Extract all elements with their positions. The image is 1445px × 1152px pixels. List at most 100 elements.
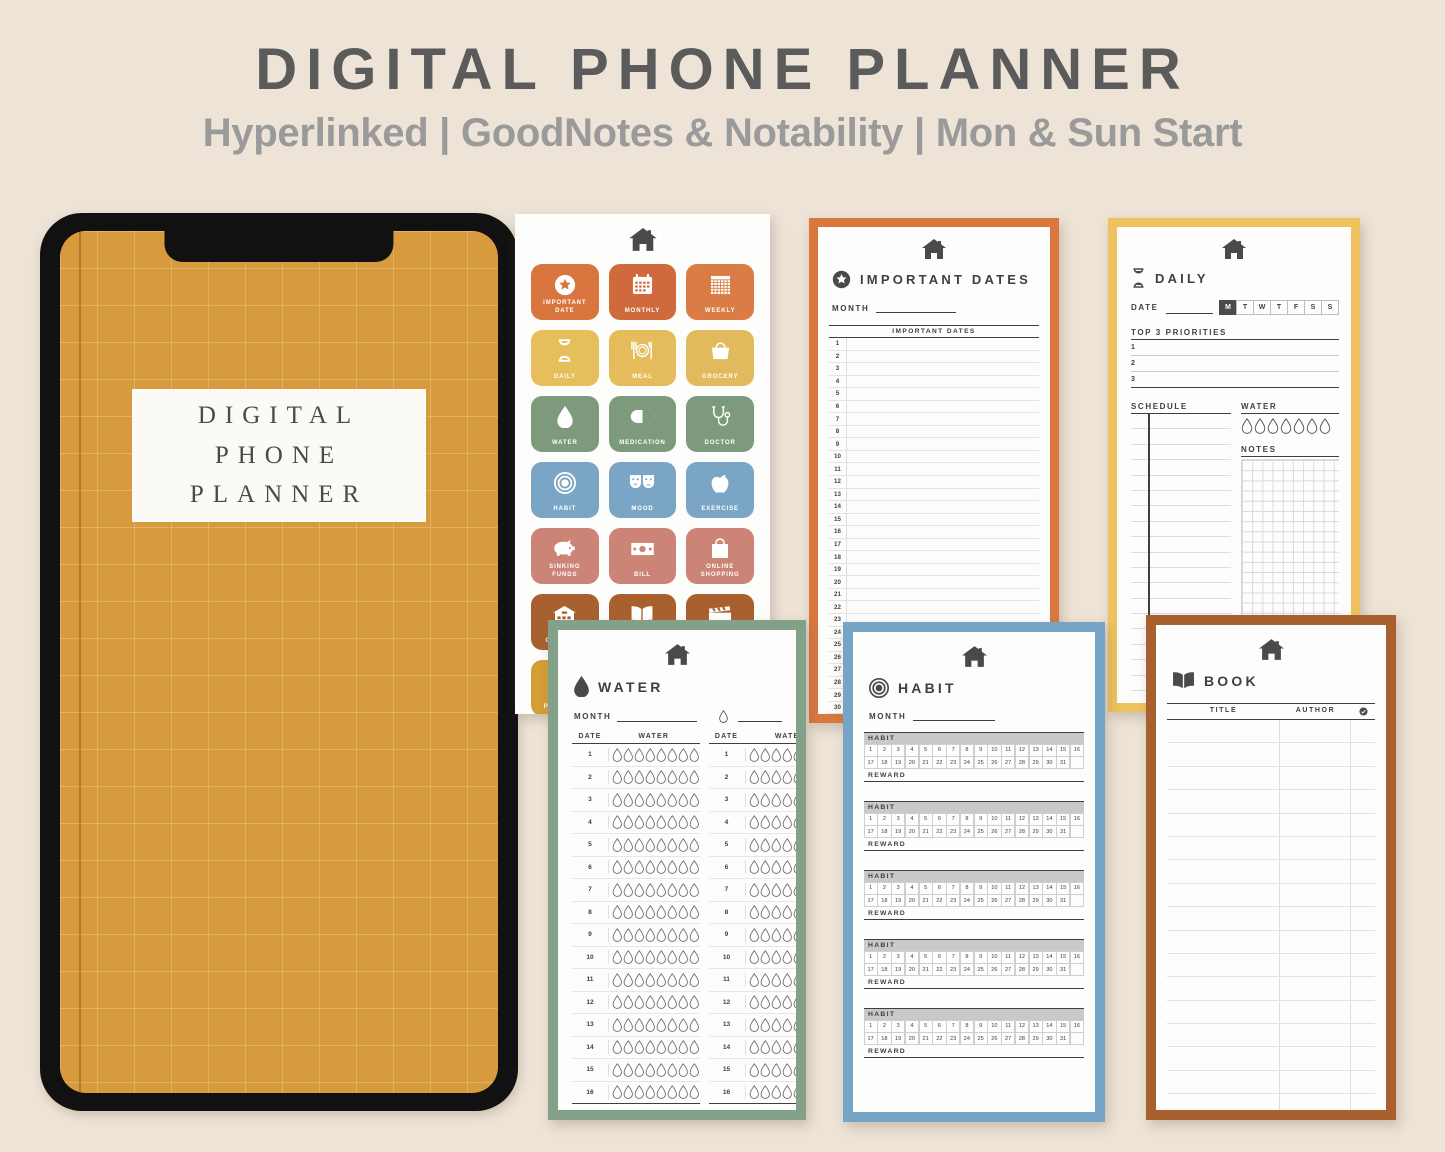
row-input[interactable] (846, 400, 1039, 413)
habit-day[interactable]: 17 (863, 963, 878, 976)
habit-day[interactable]: 14 (1042, 950, 1057, 964)
important-date-row[interactable]: 21 (829, 588, 1039, 602)
book-check-cell[interactable] (1350, 1094, 1375, 1110)
book-title-cell[interactable] (1167, 907, 1279, 929)
water-month-row[interactable]: MONTH (558, 697, 796, 723)
water-drop-group[interactable] (744, 815, 796, 830)
book-author-cell[interactable] (1278, 1024, 1350, 1047)
icon-sheet-home-wrap[interactable] (515, 214, 770, 252)
schedule-line[interactable] (1131, 414, 1231, 430)
habit-day[interactable]: 29 (1028, 894, 1043, 907)
habit-day[interactable]: 11 (1001, 812, 1016, 826)
home-icon[interactable] (922, 239, 946, 260)
habit-block[interactable]: HABIT 1 2 3 4 5 6 7 8 9 10 11 12 13 14 15 16 17 18 19 20 21 22… (863, 732, 1084, 782)
schedule-line[interactable] (1131, 553, 1231, 568)
important-date-row[interactable]: 15 (829, 513, 1039, 527)
habit-day[interactable]: 21 (918, 1032, 933, 1045)
month-input[interactable] (617, 712, 698, 722)
book-title-cell[interactable] (1167, 1071, 1279, 1093)
habit-day[interactable]: 22 (932, 825, 947, 838)
habit-day[interactable]: 24 (959, 1032, 974, 1045)
water-drop-group[interactable] (744, 1062, 796, 1077)
habit-day[interactable]: 31 (1056, 894, 1071, 907)
important-date-row[interactable]: 20 (829, 576, 1039, 589)
habit-reward-label[interactable]: REWARD (864, 1045, 1084, 1058)
book-row[interactable] (1167, 1070, 1375, 1095)
icon-tile-doctor[interactable]: DOCTOR (686, 396, 754, 452)
book-row[interactable] (1167, 1000, 1375, 1025)
habit-day[interactable]: 18 (877, 963, 892, 976)
habit-day[interactable]: 15 (1056, 812, 1071, 826)
book-row[interactable] (1167, 953, 1375, 978)
habit-page[interactable]: HABIT MONTH HABIT 1 2 3 4 5 6 7 8 9 10 11 12 13 14 15 16… (843, 622, 1105, 1122)
habit-day[interactable]: 19 (891, 1032, 906, 1045)
water-row[interactable]: 16 (708, 1082, 796, 1104)
priority-row[interactable]: 2 (1131, 356, 1339, 372)
habit-day[interactable]: 20 (904, 825, 919, 838)
habit-day[interactable]: 9 (973, 881, 988, 895)
icon-tile-water[interactable]: WATER (531, 396, 599, 452)
book-row[interactable] (1167, 1024, 1375, 1048)
habit-days-row-1[interactable]: 1 2 3 4 5 6 7 8 9 10 11 12 13 14 15 16 (863, 950, 1084, 964)
water-drop[interactable] (1254, 417, 1266, 439)
water-row[interactable]: 15 (572, 1059, 700, 1082)
water-row[interactable]: 16 (572, 1082, 700, 1104)
book-author-cell[interactable] (1278, 860, 1350, 883)
water-drop-group[interactable] (744, 927, 796, 942)
habit-day[interactable]: 31 (1056, 825, 1071, 838)
habit-day[interactable]: 4 (904, 812, 919, 826)
habit-day[interactable]: 23 (946, 1032, 961, 1045)
habit-day[interactable]: 16 (1069, 743, 1084, 757)
book-author-cell[interactable] (1278, 1070, 1350, 1094)
habit-day[interactable]: 10 (987, 1019, 1002, 1033)
habit-day[interactable]: 15 (1056, 1019, 1071, 1033)
habit-day[interactable]: 7 (946, 950, 961, 964)
habit-day[interactable]: 9 (973, 812, 988, 826)
book-author-cell[interactable] (1278, 953, 1350, 977)
habit-block[interactable]: HABIT 1 2 3 4 5 6 7 8 9 10 11 12 13 14 15 16 17 18 19 20 21 22… (863, 801, 1084, 851)
date-row[interactable]: DATE MTWTFSS (1117, 288, 1351, 315)
book-author-cell[interactable] (1278, 883, 1350, 907)
habit-day[interactable]: 4 (904, 1019, 919, 1033)
habit-day[interactable]: 8 (959, 812, 974, 826)
weekday-2[interactable]: W (1253, 300, 1271, 315)
icon-tile-exercise[interactable]: EXERCISE (686, 462, 754, 518)
important-date-row[interactable]: 14 (829, 501, 1039, 514)
habit-day[interactable]: 31 (1056, 963, 1071, 976)
habit-days-row-2[interactable]: 17 18 19 20 21 22 23 24 25 26 27 28 29 30 31 (863, 825, 1084, 838)
book-row[interactable] (1167, 720, 1375, 744)
important-date-row[interactable]: 10 (829, 450, 1039, 464)
habit-day[interactable]: 7 (946, 743, 961, 757)
habit-day[interactable]: 22 (932, 894, 947, 907)
book-check-cell[interactable] (1350, 930, 1375, 953)
book-author-cell[interactable] (1278, 977, 1350, 1000)
row-input[interactable] (846, 576, 1039, 588)
row-input[interactable] (846, 375, 1039, 388)
water-drop[interactable] (1267, 417, 1279, 439)
book-check-cell[interactable] (1350, 977, 1375, 1000)
habit-day[interactable]: 19 (891, 756, 906, 769)
important-date-row[interactable]: 17 (829, 538, 1039, 552)
habit-day[interactable]: 1 (863, 950, 878, 964)
priority-row[interactable]: 1 (1131, 340, 1339, 356)
habit-day[interactable]: 30 (1042, 825, 1057, 838)
habit-day[interactable]: 5 (918, 743, 933, 757)
habit-day[interactable]: 17 (863, 894, 878, 907)
schedule-line[interactable] (1131, 506, 1231, 522)
habit-day[interactable]: 6 (932, 950, 947, 964)
habit-days-row-2[interactable]: 17 18 19 20 21 22 23 24 25 26 27 28 29 30 31 (863, 963, 1084, 976)
book-check-cell[interactable] (1350, 766, 1375, 790)
habit-day[interactable] (1069, 756, 1084, 769)
book-author-cell[interactable] (1278, 836, 1350, 860)
row-input[interactable] (846, 338, 1039, 350)
weekday-4[interactable]: F (1287, 300, 1305, 315)
habit-day[interactable]: 2 (877, 812, 892, 826)
habit-day[interactable]: 22 (932, 756, 947, 769)
water-row[interactable]: 7 (708, 879, 796, 902)
water-drop-group[interactable] (744, 995, 796, 1010)
habit-block[interactable]: HABIT 1 2 3 4 5 6 7 8 9 10 11 12 13 14 15 16 17 18 19 20 21 22… (863, 870, 1084, 920)
weekday-1[interactable]: T (1236, 300, 1254, 315)
habit-day[interactable]: 27 (1001, 825, 1016, 838)
book-title-cell[interactable] (1167, 1047, 1279, 1069)
habit-day[interactable]: 18 (877, 1032, 892, 1045)
